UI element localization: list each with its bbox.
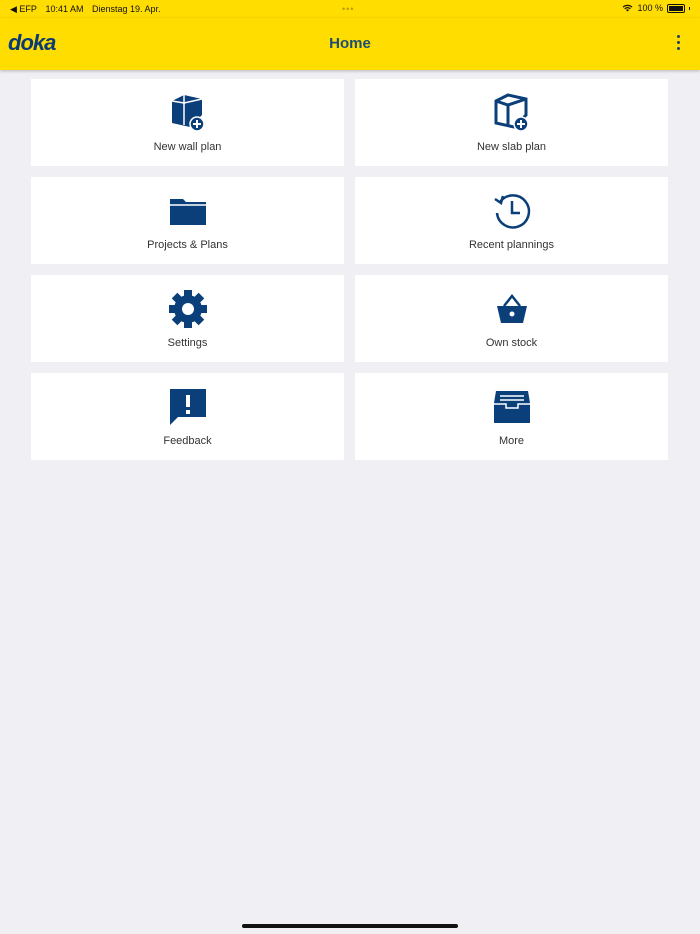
tile-label: Own stock (485, 337, 538, 349)
battery-tip (689, 6, 690, 10)
gear-icon (168, 290, 207, 328)
home-indicator[interactable] (242, 924, 458, 928)
battery-icon (667, 3, 685, 13)
tile-label: New wall plan (153, 141, 222, 153)
tile-label: Recent plannings (468, 239, 554, 251)
settings-tile[interactable]: Settings (31, 275, 344, 362)
battery-percent: 100 % (637, 3, 663, 13)
status-date: Dienstag 19. Apr. (92, 4, 161, 14)
navigation-bar: doka Home (0, 18, 700, 70)
slab-plan-add-icon (494, 93, 529, 132)
page-title: Home (329, 35, 371, 52)
more-tile[interactable]: More (355, 373, 668, 460)
new-slab-plan-tile[interactable]: New slab plan (355, 79, 668, 166)
feedback-icon (169, 389, 206, 425)
home-tile-grid: New wall plan New slab plan Projects & P… (31, 79, 668, 460)
projects-plans-tile[interactable]: Projects & Plans (31, 177, 344, 264)
status-bar: ◀ EFP 10:41 AM Dienstag 19. Apr. ••• 100… (0, 0, 700, 18)
back-to-app-link[interactable]: ◀ EFP (10, 4, 37, 14)
wifi-icon (623, 4, 633, 12)
recent-plannings-tile[interactable]: Recent plannings (355, 177, 668, 264)
more-options-button[interactable] (676, 35, 682, 53)
archive-box-icon (493, 391, 530, 423)
basket-icon (496, 293, 527, 323)
tile-label: Feedback (163, 435, 212, 447)
tile-label: More (498, 435, 525, 447)
new-wall-plan-tile[interactable]: New wall plan (31, 79, 344, 166)
folder-icon (169, 199, 206, 225)
own-stock-tile[interactable]: Own stock (355, 275, 668, 362)
history-icon (493, 194, 530, 229)
wall-plan-add-icon (171, 95, 205, 132)
tile-label: Projects & Plans (147, 239, 228, 251)
status-time: 10:41 AM (45, 4, 84, 14)
tile-label: Settings (167, 337, 208, 349)
tile-label: New slab plan (476, 141, 547, 153)
feedback-tile[interactable]: Feedback (31, 373, 344, 460)
multitasking-dots-icon[interactable]: ••• (342, 4, 354, 14)
